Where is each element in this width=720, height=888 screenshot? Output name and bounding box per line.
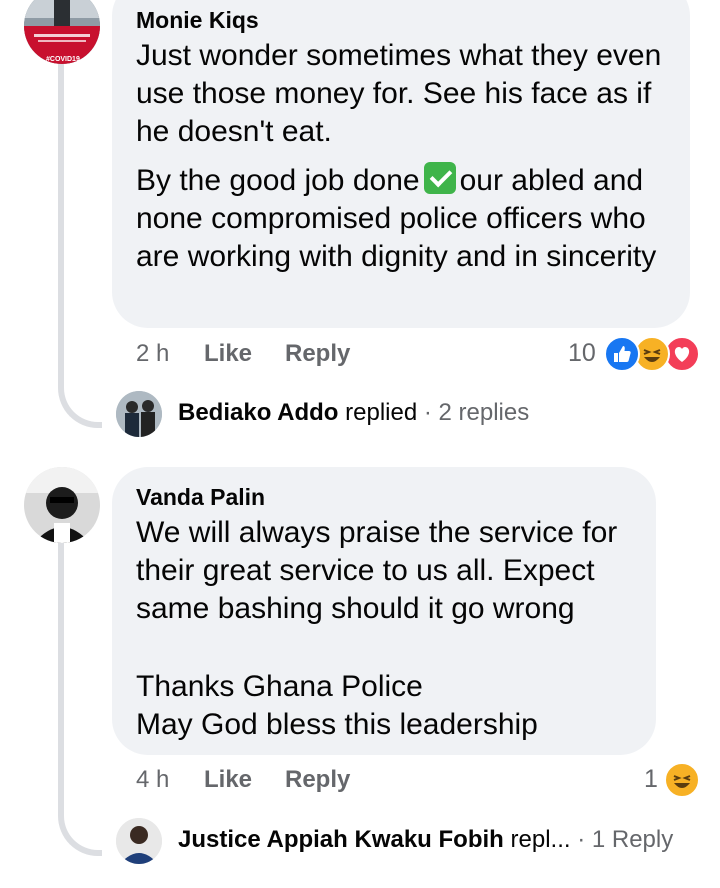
avatar-caption: #COVID19 (46, 56, 80, 63)
avatar-image (24, 467, 100, 543)
comment-fragment: By the good job done (136, 164, 420, 197)
reply-avatar[interactable] (116, 818, 162, 864)
thread-line (58, 540, 64, 800)
replied-label: replied (345, 399, 418, 426)
haha-icon[interactable] (664, 762, 700, 798)
replies-link[interactable]: Bediako Addo replied · 2 replies (178, 399, 529, 427)
comment-text: We will always praise the service for th… (136, 514, 646, 628)
like-icon[interactable] (604, 336, 640, 372)
avatar[interactable] (24, 467, 100, 543)
thread-connector (58, 340, 102, 428)
avatar-image (24, 0, 100, 64)
replies-link[interactable]: Justice Appiah Kwaku Fobih repl... · 1 R… (178, 826, 673, 854)
comment-text: Just wonder sometimes what they even use… (136, 37, 676, 151)
like-button[interactable]: Like (204, 340, 252, 368)
comment-paragraph: By the good job done our abled and none c… (136, 162, 676, 276)
reaction-count[interactable]: 10 (568, 339, 596, 368)
comment-time[interactable]: 2 h (136, 340, 169, 368)
comment-author[interactable]: Monie Kiqs (136, 7, 259, 34)
reply-avatar[interactable] (116, 391, 162, 437)
reply-button[interactable]: Reply (285, 340, 350, 368)
replier-name[interactable]: Bediako Addo (178, 399, 338, 426)
reply-count[interactable]: · 1 Reply (577, 826, 673, 853)
comment-text: Thanks Ghana Police May God bless this l… (136, 668, 646, 744)
replied-label: repl... (510, 826, 571, 853)
reply-button[interactable]: Reply (285, 766, 350, 794)
comment-author[interactable]: Vanda Palin (136, 484, 265, 511)
comment-paragraph: We will always praise the service for th… (136, 516, 618, 625)
replier-name[interactable]: Justice Appiah Kwaku Fobih (178, 826, 504, 853)
like-button[interactable]: Like (204, 766, 252, 794)
reaction-count[interactable]: 1 (644, 765, 658, 794)
thread-line (58, 62, 64, 362)
avatar[interactable] (24, 0, 100, 64)
thread-connector (58, 770, 102, 856)
comment-time[interactable]: 4 h (136, 766, 169, 794)
comment-paragraph: May God bless this leadership (136, 708, 538, 741)
reply-count[interactable]: · 2 replies (424, 399, 529, 426)
check-mark-icon (423, 162, 456, 194)
comment-paragraph: Thanks Ghana Police (136, 670, 423, 703)
comment-paragraph: Just wonder sometimes what they even use… (136, 39, 662, 148)
comment-text: By the good job done our abled and none c… (136, 162, 676, 276)
